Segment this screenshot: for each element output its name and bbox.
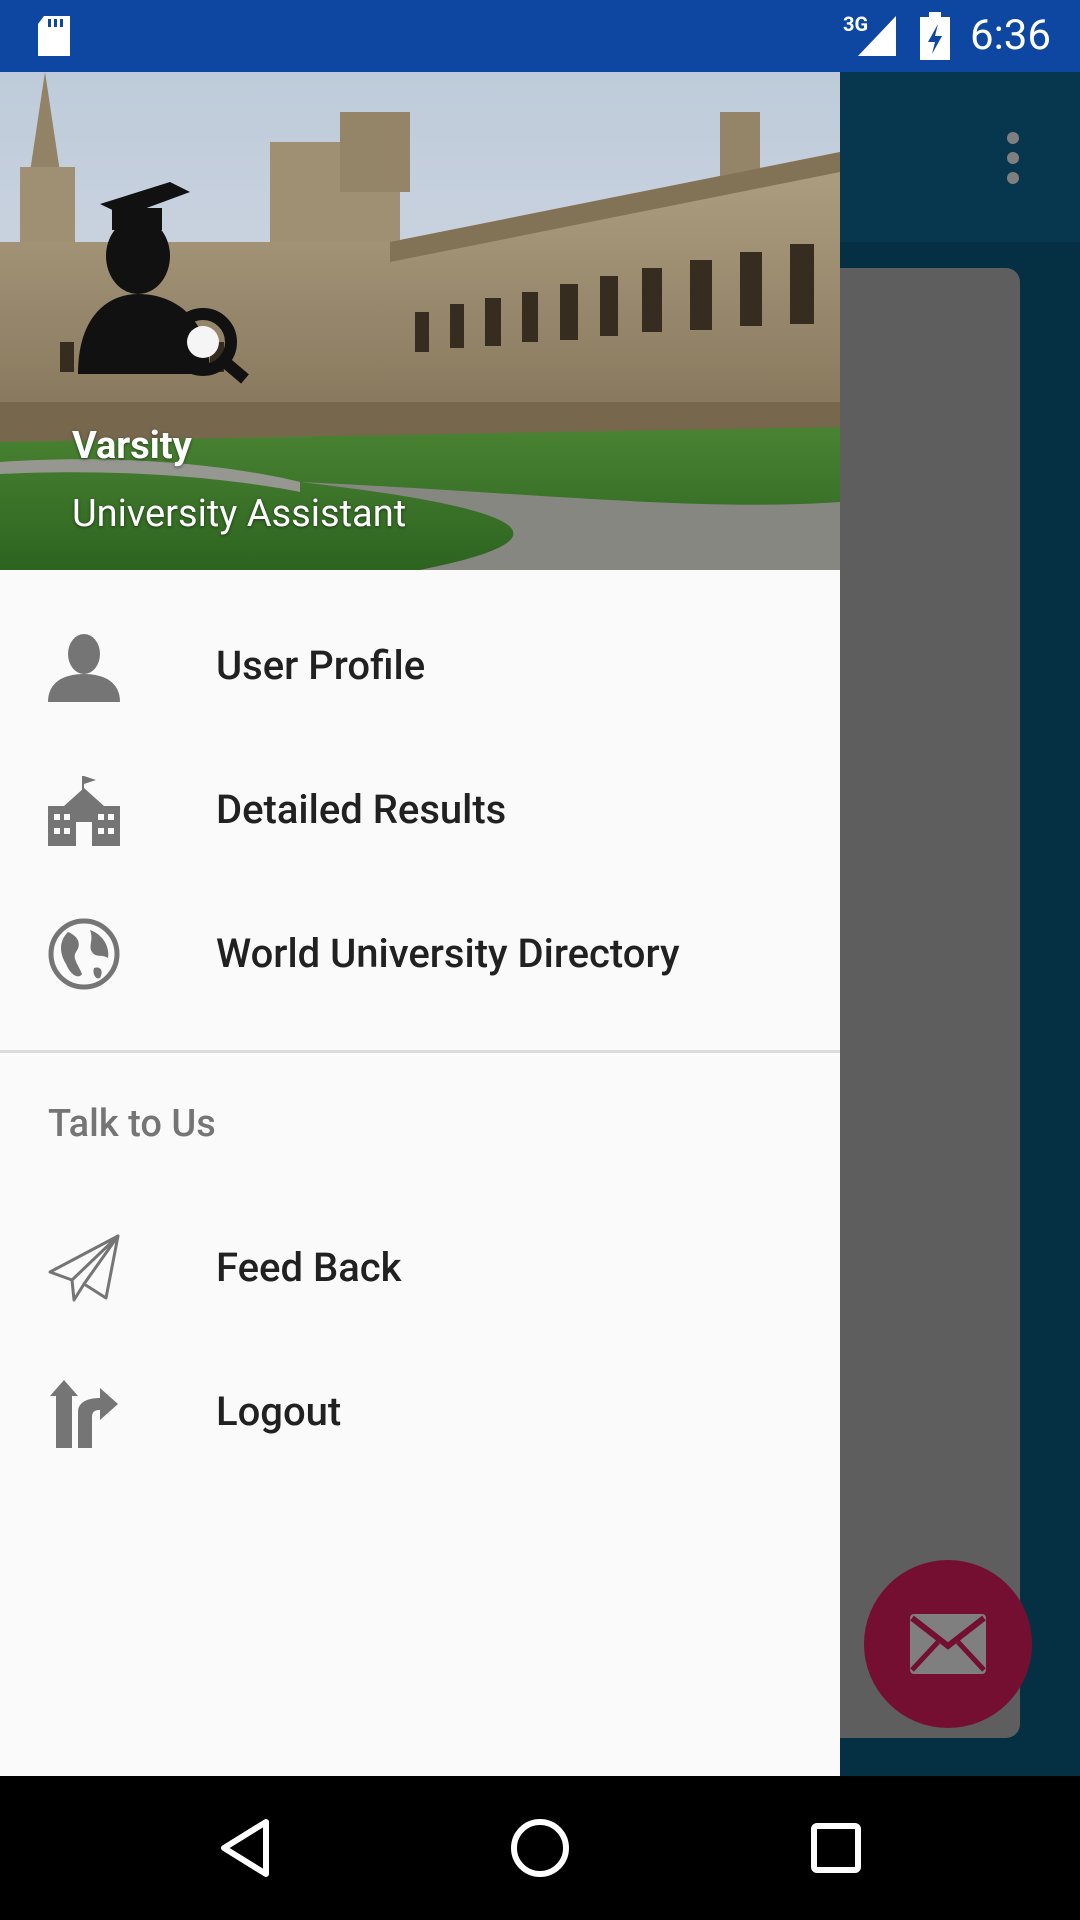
user-icon bbox=[48, 634, 120, 702]
menu-item-detailed-results[interactable]: Detailed Results bbox=[0, 738, 840, 882]
app-subtitle: University Assistant bbox=[72, 492, 407, 536]
battery-charging-icon bbox=[920, 12, 950, 60]
home-icon[interactable] bbox=[504, 1812, 576, 1884]
logout-icon bbox=[50, 1380, 118, 1448]
graduate-search-logo bbox=[78, 182, 249, 384]
drawer-divider bbox=[0, 1050, 840, 1053]
menu-item-feed-back[interactable]: Feed Back bbox=[0, 1196, 840, 1340]
drawer-header: Varsity University Assistant bbox=[0, 72, 840, 570]
back-icon[interactable] bbox=[210, 1812, 282, 1884]
menu-item-logout[interactable]: Logout bbox=[0, 1340, 840, 1484]
recents-icon[interactable] bbox=[800, 1812, 872, 1884]
system-nav-bar bbox=[0, 1776, 1080, 1920]
menu-item-label: User Profile bbox=[216, 642, 426, 689]
status-time: 6:36 bbox=[970, 11, 1051, 60]
section-header-talk-to-us: Talk to Us bbox=[48, 1102, 216, 1146]
globe-icon bbox=[48, 918, 120, 990]
menu-item-label: World University Directory bbox=[216, 930, 680, 977]
menu-item-label: Detailed Results bbox=[216, 786, 507, 833]
menu-item-user-profile[interactable]: User Profile bbox=[0, 594, 840, 738]
navigation-drawer: Varsity University Assistant User Profil… bbox=[0, 72, 840, 1776]
school-building-icon bbox=[48, 776, 120, 846]
sd-card-icon bbox=[38, 16, 70, 56]
signal-icon bbox=[858, 16, 896, 56]
menu-item-label: Logout bbox=[216, 1388, 342, 1435]
menu-item-world-university-directory[interactable]: World University Directory bbox=[0, 882, 840, 1026]
status-bar: 3G 6:36 bbox=[0, 0, 1080, 72]
menu-item-label: Feed Back bbox=[216, 1244, 402, 1291]
app-title: Varsity bbox=[72, 424, 192, 468]
paper-plane-icon bbox=[48, 1234, 120, 1302]
